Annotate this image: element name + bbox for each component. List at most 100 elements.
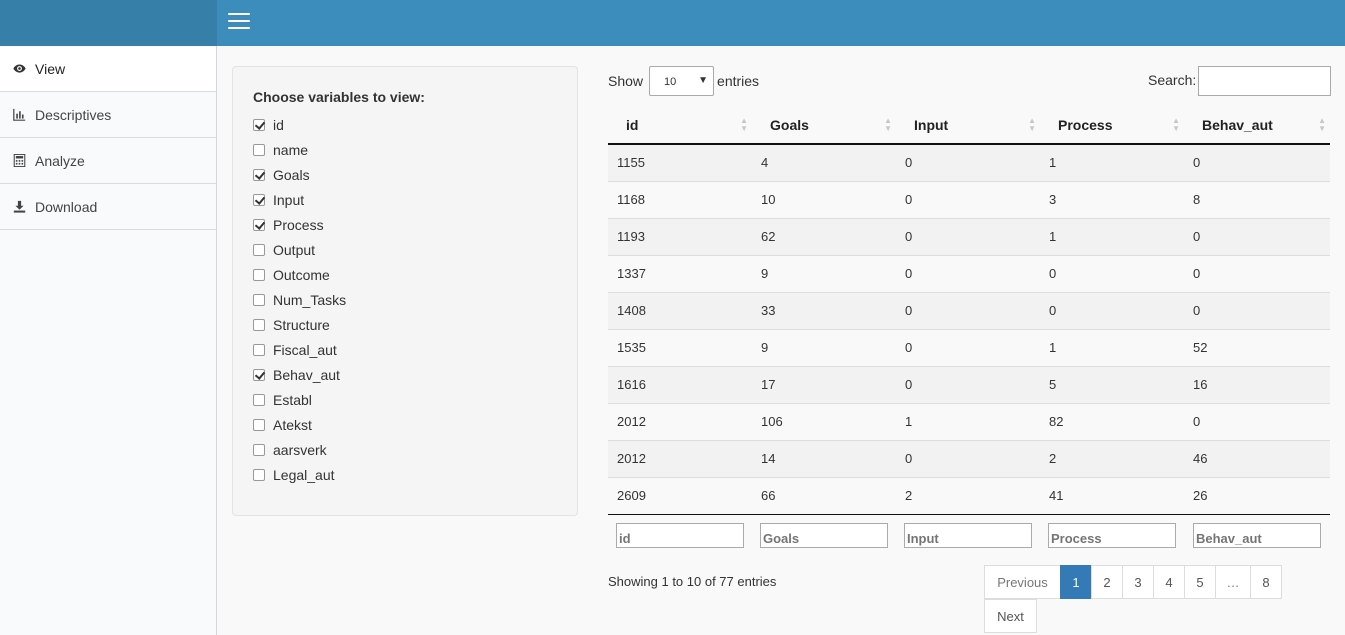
variable-option[interactable]: Structure — [253, 314, 577, 339]
checkbox[interactable] — [253, 244, 265, 256]
variable-option[interactable]: Establ — [253, 389, 577, 414]
variable-option[interactable]: Input — [253, 189, 577, 214]
table-cell: 9 — [752, 254, 896, 292]
checkbox[interactable] — [253, 444, 265, 456]
table-row: 1535 9 0 1 52 — [608, 328, 1330, 366]
table-cell: 0 — [1184, 217, 1330, 255]
checkbox[interactable] — [253, 194, 265, 206]
column-header-label: id — [626, 117, 639, 133]
table-row: 1337 9 0 0 0 — [608, 254, 1330, 292]
table-cell: 3 — [1040, 180, 1184, 218]
page-button[interactable]: 1 — [1060, 565, 1092, 599]
column-header-id[interactable]: id ▲ ▼ — [608, 107, 752, 145]
pagination: Previous 1 2 3 4 5… 8 — [984, 565, 1282, 599]
column-header-input[interactable]: Input ▲ ▼ — [896, 107, 1040, 145]
table-cell: 0 — [896, 291, 1040, 329]
table-cell: 1 — [1040, 328, 1184, 366]
length-control: Show 10 ▼ entries — [608, 66, 759, 96]
table-cell: 0 — [896, 143, 1040, 181]
table-cell: 0 — [1184, 402, 1330, 440]
column-header-label: Process — [1058, 117, 1113, 133]
table-cell: 16 — [1184, 365, 1330, 403]
entries-label: entries — [717, 73, 760, 89]
search-input[interactable] — [1198, 66, 1331, 96]
variable-chooser-panel: Choose variables to view: id name Goals Inp… — [232, 66, 578, 516]
sidebar-item-analyze[interactable]: Analyze — [0, 138, 216, 184]
checkbox-label: Legal_aut — [273, 467, 335, 483]
variable-option[interactable]: Num_Tasks — [253, 289, 577, 314]
logo-area — [0, 0, 217, 46]
column-header-goals[interactable]: Goals ▲ ▼ — [752, 107, 896, 145]
sidebar-item-download[interactable]: Download — [0, 184, 216, 230]
variable-option[interactable]: Output — [253, 239, 577, 264]
checkbox[interactable] — [253, 294, 265, 306]
checkbox[interactable] — [253, 119, 265, 131]
table-cell: 10 — [752, 180, 896, 218]
entries-length-select[interactable]: 10 ▼ — [649, 66, 715, 96]
table-cell: 1408 — [608, 291, 752, 329]
table-cell: 5 — [1040, 365, 1184, 403]
sidebar-item-label: Download — [35, 198, 98, 215]
checkbox[interactable] — [253, 419, 265, 431]
page-button[interactable]: 2 — [1091, 565, 1123, 599]
checkbox[interactable] — [253, 319, 265, 331]
variable-option[interactable]: id — [253, 114, 577, 139]
page-button[interactable]: 3 — [1122, 565, 1154, 599]
column-header-behav_aut[interactable]: Behav_aut ▲ ▼ — [1184, 107, 1330, 145]
page-button[interactable]: 8 — [1250, 565, 1282, 599]
sidebar: View Descriptives Analyze Download — [0, 46, 217, 635]
table-cell: 1 — [1040, 217, 1184, 255]
variable-option[interactable]: Outcome — [253, 264, 577, 289]
checkbox[interactable] — [253, 394, 265, 406]
table-cell: 2 — [896, 476, 1040, 515]
checkbox[interactable] — [253, 469, 265, 481]
page-button[interactable]: 5 — [1184, 565, 1216, 599]
checkbox[interactable] — [253, 344, 265, 356]
variable-option[interactable]: Process — [253, 214, 577, 239]
table-cell: 66 — [752, 476, 896, 515]
filter-input-id[interactable] — [616, 523, 744, 548]
sidebar-item-label: Descriptives — [35, 106, 112, 123]
checkbox-label: Behav_aut — [273, 367, 340, 383]
table-cell: 0 — [1040, 254, 1184, 292]
filter-input-process[interactable] — [1048, 523, 1176, 548]
filter-input-goals[interactable] — [760, 523, 888, 548]
variable-option[interactable]: Goals — [253, 164, 577, 189]
checkbox[interactable] — [253, 219, 265, 231]
table-cell: 0 — [896, 328, 1040, 366]
caret-down-icon: ▼ — [698, 75, 709, 86]
checkbox-label: Num_Tasks — [273, 292, 347, 308]
table-cell: 0 — [1184, 254, 1330, 292]
checkbox[interactable] — [253, 144, 265, 156]
checkbox[interactable] — [253, 169, 265, 181]
variable-option[interactable]: name — [253, 139, 577, 164]
column-header-label: Goals — [770, 117, 809, 133]
checkbox-label: Output — [273, 242, 316, 258]
menu-toggle-icon[interactable] — [228, 13, 250, 31]
next-button[interactable]: Next — [984, 599, 1037, 633]
filter-input-behav_aut[interactable] — [1193, 523, 1321, 548]
sidebar-item-label: Analyze — [35, 152, 85, 169]
table-cell: 17 — [752, 365, 896, 403]
filter-input-input[interactable] — [904, 523, 1032, 548]
page-button[interactable]: 4 — [1153, 565, 1185, 599]
checkbox[interactable] — [253, 369, 265, 381]
sidebar-item-descriptives[interactable]: Descriptives — [0, 92, 216, 138]
search-label: Search: — [1148, 72, 1197, 88]
variable-option[interactable]: Fiscal_aut — [253, 339, 577, 364]
download-icon — [12, 200, 26, 214]
sidebar-item-view[interactable]: View — [0, 46, 216, 92]
column-header-process[interactable]: Process ▲ ▼ — [1040, 107, 1184, 145]
table-cell: 0 — [896, 439, 1040, 477]
variable-option[interactable]: Behav_aut — [253, 364, 577, 389]
variable-option[interactable]: aarsverk — [253, 439, 577, 464]
previous-button[interactable]: Previous — [984, 565, 1061, 599]
show-label: Show — [608, 73, 644, 89]
table-cell: 4 — [752, 143, 896, 181]
variable-option[interactable]: Legal_aut — [253, 464, 577, 489]
variable-option[interactable]: Atekst — [253, 414, 577, 439]
calculator-icon — [12, 154, 26, 168]
table-cell: 1 — [896, 402, 1040, 440]
checkbox-label: Process — [273, 217, 324, 233]
checkbox[interactable] — [253, 269, 265, 281]
